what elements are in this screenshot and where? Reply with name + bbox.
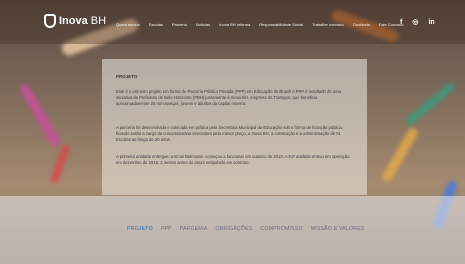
brand-logo[interactable]: Inova BH [44, 14, 106, 28]
paragraph-1: Este é o primeiro projeto em forma de Pa… [116, 89, 341, 106]
main-nav: Quem somos Escolas Parceria Notícias Ino… [116, 22, 404, 27]
nav-item-quem-somos[interactable]: Quem somos [116, 22, 140, 27]
tab-missao-valores[interactable]: MISSÃO E VALORES [311, 226, 365, 232]
tab-compromisso[interactable]: COMPROMISSO [260, 226, 302, 232]
nav-item-trabalhe[interactable]: Trabalhe conosco [312, 22, 344, 27]
facebook-icon[interactable]: f [400, 19, 402, 26]
nav-item-noticias[interactable]: Notícias [196, 22, 210, 27]
paragraph-2: A parceria foi desenvolvida e colocada e… [116, 125, 343, 142]
nav-item-ouvidoria[interactable]: Ouvidoria [353, 22, 370, 27]
nav-item-responsabilidade[interactable]: Responsabilidade Social [259, 22, 303, 27]
tab-parceria[interactable]: PARCERIA [180, 226, 208, 232]
linkedin-icon[interactable]: in [428, 19, 434, 26]
social-links: f ◎ in [400, 18, 435, 27]
nav-item-parceria[interactable]: Parceria [172, 22, 187, 27]
brand-name-bold: Inova [59, 15, 88, 27]
section-tabs: PROJETO PPP PARCERIA OBRIGAÇÕES COMPROMI… [127, 226, 365, 232]
tab-ppp[interactable]: PPP [161, 226, 172, 232]
brand-name-rest: BH [90, 15, 107, 27]
nav-item-informa[interactable]: Inova BH Informa [219, 22, 250, 27]
nav-item-escolas[interactable]: Escolas [149, 22, 163, 27]
section-title: PROJETO [116, 74, 138, 79]
tab-projeto[interactable]: PROJETO [127, 226, 153, 232]
tab-obrigacoes[interactable]: OBRIGAÇÕES [216, 226, 253, 232]
content-panel: PROJETO Este é o primeiro projeto em for… [102, 59, 367, 195]
paragraph-3: A primeira unidade entregue, a Emei Belm… [116, 154, 350, 165]
instagram-icon[interactable]: ◎ [412, 18, 418, 26]
logo-icon [44, 14, 56, 28]
